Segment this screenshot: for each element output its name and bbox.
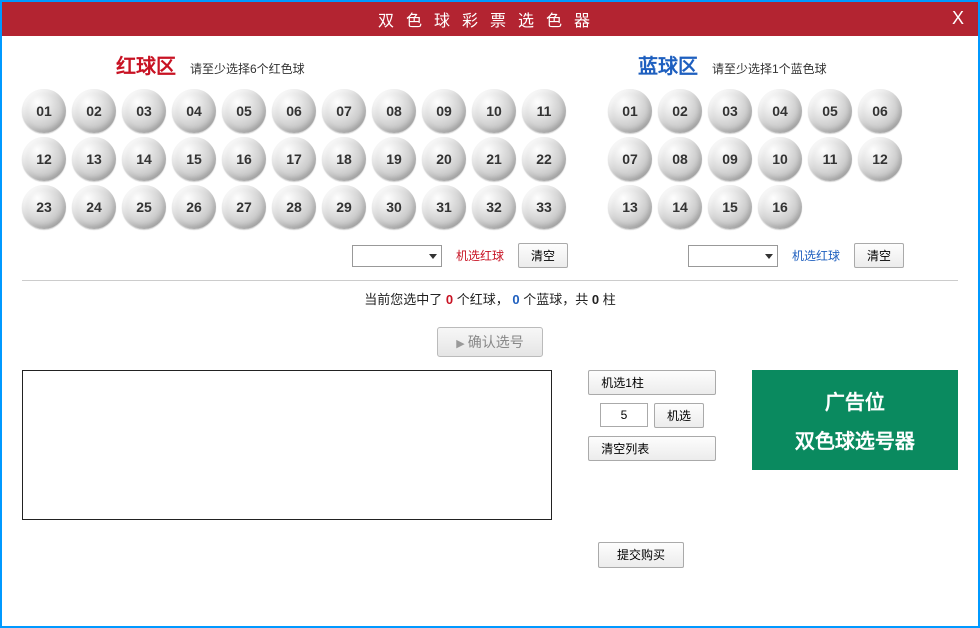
red-ball-21[interactable]: 21: [472, 137, 516, 181]
red-zone-hint: 请至少选择6个红色球: [190, 60, 305, 77]
red-ball-16[interactable]: 16: [222, 137, 266, 181]
clear-blue-button[interactable]: 清空: [854, 243, 904, 268]
summary-blue-count: 0: [512, 292, 519, 307]
blue-ball-09[interactable]: 09: [708, 137, 752, 181]
red-count-select[interactable]: [352, 245, 442, 267]
blue-ball-02[interactable]: 02: [658, 89, 702, 133]
blue-ball-03[interactable]: 03: [708, 89, 752, 133]
close-icon[interactable]: X: [952, 8, 964, 29]
summary-total: 0: [592, 292, 599, 307]
blue-ball-15[interactable]: 15: [708, 185, 752, 229]
red-ball-09[interactable]: 09: [422, 89, 466, 133]
summary-red-unit: 个红球，: [457, 292, 509, 307]
blue-ball-11[interactable]: 11: [808, 137, 852, 181]
red-ball-15[interactable]: 15: [172, 137, 216, 181]
blue-zone: 蓝球区 请至少选择1个蓝色球 010203040506 070809101112 1…: [608, 50, 904, 268]
red-ball-32[interactable]: 32: [472, 185, 516, 229]
blue-ball-06[interactable]: 06: [858, 89, 902, 133]
side-buttons: 机选1柱 机选 清空列表: [588, 370, 716, 461]
red-ball-07[interactable]: 07: [322, 89, 366, 133]
red-ball-33[interactable]: 33: [522, 185, 566, 229]
clear-red-button[interactable]: 清空: [518, 243, 568, 268]
summary-blue-unit: 个蓝球，共: [523, 292, 592, 307]
red-ball-08[interactable]: 08: [372, 89, 416, 133]
blue-ball-13[interactable]: 13: [608, 185, 652, 229]
clear-list-button[interactable]: 清空列表: [588, 436, 716, 461]
red-ball-30[interactable]: 30: [372, 185, 416, 229]
blue-zone-hint: 请至少选择1个蓝色球: [712, 60, 827, 77]
red-zone-title: 红球区: [116, 50, 176, 79]
blue-count-select[interactable]: [688, 245, 778, 267]
red-ball-04[interactable]: 04: [172, 89, 216, 133]
blue-ball-12[interactable]: 12: [858, 137, 902, 181]
random-qty-input[interactable]: [600, 403, 648, 427]
red-ball-22[interactable]: 22: [522, 137, 566, 181]
result-list[interactable]: [22, 370, 552, 520]
red-ball-11[interactable]: 11: [522, 89, 566, 133]
submit-button[interactable]: 提交购买: [598, 542, 684, 568]
random-one-button[interactable]: 机选1柱: [588, 370, 716, 395]
red-zone: 红球区 请至少选择6个红色球 0102030405060708091011121…: [22, 50, 568, 268]
red-ball-01[interactable]: 01: [22, 89, 66, 133]
zones: 红球区 请至少选择6个红色球 0102030405060708091011121…: [2, 36, 978, 268]
blue-ball-05[interactable]: 05: [808, 89, 852, 133]
blue-ball-16[interactable]: 16: [758, 185, 802, 229]
summary-prefix: 当前您选中了: [364, 292, 446, 307]
red-ball-23[interactable]: 23: [22, 185, 66, 229]
ad-line2: 双色球选号器: [795, 425, 915, 454]
blue-ball-10[interactable]: 10: [758, 137, 802, 181]
red-ball-06[interactable]: 06: [272, 89, 316, 133]
ad-box: 广告位 双色球选号器: [752, 370, 958, 470]
red-ball-27[interactable]: 27: [222, 185, 266, 229]
blue-ball-08[interactable]: 08: [658, 137, 702, 181]
red-ball-26[interactable]: 26: [172, 185, 216, 229]
blue-ball-04[interactable]: 04: [758, 89, 802, 133]
red-ball-17[interactable]: 17: [272, 137, 316, 181]
red-ball-14[interactable]: 14: [122, 137, 166, 181]
red-ball-25[interactable]: 25: [122, 185, 166, 229]
summary-total-unit: 柱: [603, 292, 616, 307]
blue-zone-title: 蓝球区: [638, 50, 698, 79]
red-ball-10[interactable]: 10: [472, 89, 516, 133]
red-ball-20[interactable]: 20: [422, 137, 466, 181]
red-ball-13[interactable]: 13: [72, 137, 116, 181]
red-ball-18[interactable]: 18: [322, 137, 366, 181]
red-ball-19[interactable]: 19: [372, 137, 416, 181]
blue-ball-01[interactable]: 01: [608, 89, 652, 133]
red-ball-31[interactable]: 31: [422, 185, 466, 229]
random-blue-button[interactable]: 机选红球: [786, 244, 846, 267]
random-red-button[interactable]: 机选红球: [450, 244, 510, 267]
titlebar: 双色球彩票选色器 X: [2, 2, 978, 36]
red-ball-29[interactable]: 29: [322, 185, 366, 229]
red-ball-02[interactable]: 02: [72, 89, 116, 133]
blue-ball-07[interactable]: 07: [608, 137, 652, 181]
confirm-button[interactable]: 确认选号: [437, 327, 543, 357]
selection-summary: 当前您选中了 0 个红球， 0 个蓝球，共 0 柱: [2, 289, 978, 308]
blue-ball-14[interactable]: 14: [658, 185, 702, 229]
red-ball-03[interactable]: 03: [122, 89, 166, 133]
red-ball-24[interactable]: 24: [72, 185, 116, 229]
red-ball-12[interactable]: 12: [22, 137, 66, 181]
red-ball-grid: 0102030405060708091011 121314151617181920…: [22, 89, 568, 229]
red-ball-05[interactable]: 05: [222, 89, 266, 133]
summary-red-count: 0: [446, 292, 453, 307]
blue-ball-grid: 010203040506 070809101112 13141516: [608, 89, 904, 229]
divider: [22, 280, 958, 281]
random-n-button[interactable]: 机选: [654, 403, 704, 428]
red-ball-28[interactable]: 28: [272, 185, 316, 229]
app-title: 双色球彩票选色器: [378, 7, 602, 31]
ad-line1: 广告位: [825, 386, 885, 415]
